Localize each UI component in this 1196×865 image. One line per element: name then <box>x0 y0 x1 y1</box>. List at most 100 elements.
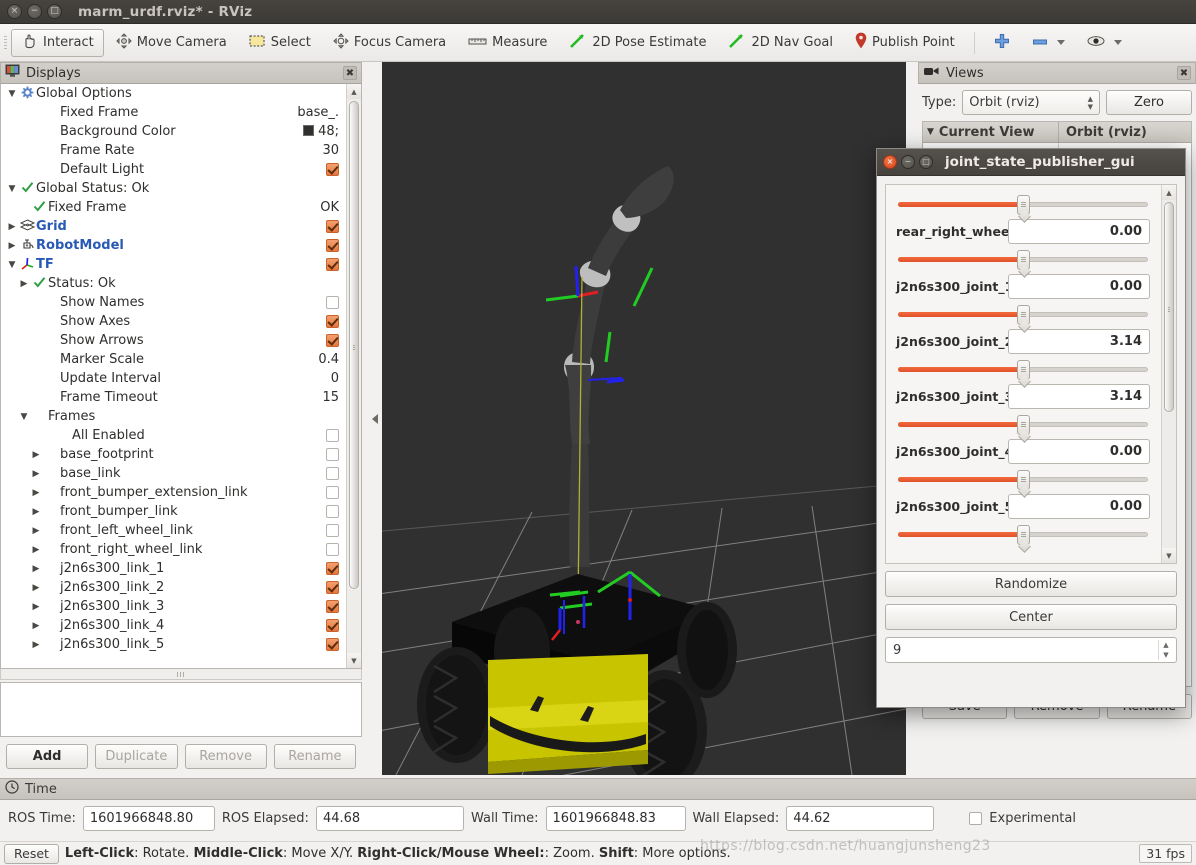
ros-time-field[interactable]: 1601966848.80 <box>82 806 215 831</box>
checkbox-checked[interactable] <box>326 562 339 575</box>
wall-time-field[interactable]: 1601966848.83 <box>545 806 686 831</box>
checkbox-unchecked[interactable] <box>326 486 339 499</box>
checkbox-checked[interactable] <box>326 315 339 328</box>
remove-tool-button[interactable] <box>1022 29 1075 57</box>
chevron-right-icon[interactable]: ▶ <box>29 507 43 517</box>
display-tree-row-value[interactable] <box>326 542 345 557</box>
joint-value-field[interactable]: 0.00 <box>1008 494 1150 519</box>
view-type-select[interactable]: Orbit (rviz) ▲ ▼ <box>962 90 1100 115</box>
remove-display-button[interactable]: Remove <box>184 744 267 769</box>
randomize-button[interactable]: Randomize <box>885 571 1177 597</box>
jsp-vertical-scrollbar[interactable]: ▲ ▼ <box>1161 185 1176 563</box>
displays-horizontal-scrollbar[interactable] <box>0 669 362 680</box>
display-tree-row[interactable]: Background Color 48; <box>1 122 345 141</box>
tool-2d-pose-estimate[interactable]: 2D Pose Estimate <box>559 29 716 57</box>
checkbox-checked[interactable] <box>326 600 339 613</box>
display-tree-row-value[interactable] <box>326 580 345 595</box>
close-icon[interactable]: ✖ <box>1177 66 1191 80</box>
display-tree-row[interactable]: Frame Rate 30 <box>1 141 345 160</box>
joint-slider[interactable] <box>898 195 1148 215</box>
joint-state-publisher-dialog[interactable]: × − □ joint_state_publisher_gui rear_rig… <box>876 148 1186 708</box>
spinner-arrows-icon[interactable]: ▲ ▼ <box>1158 640 1173 660</box>
display-tree-row-value[interactable] <box>326 561 345 576</box>
display-tree-row-value[interactable] <box>326 504 345 519</box>
reset-button[interactable]: Reset <box>4 843 59 864</box>
display-tree-row[interactable]: ▶ front_right_wheel_link <box>1 540 345 559</box>
checkbox-unchecked[interactable] <box>326 467 339 480</box>
checkbox-checked[interactable] <box>326 581 339 594</box>
display-tree-row[interactable]: Frame Timeout 15 <box>1 388 345 407</box>
slider-handle[interactable] <box>1017 415 1030 435</box>
rename-display-button[interactable]: Rename <box>273 744 356 769</box>
experimental-checkbox[interactable] <box>969 812 983 825</box>
add-display-button[interactable]: Add <box>6 744 89 769</box>
add-tool-button[interactable] <box>984 29 1020 57</box>
chevron-right-icon[interactable]: ▶ <box>29 469 43 479</box>
display-tree-row[interactable]: ▼ Frames <box>1 407 345 426</box>
center-button[interactable]: Center <box>885 604 1177 630</box>
checkbox-unchecked[interactable] <box>326 448 339 461</box>
display-tree-row-value[interactable] <box>326 314 345 329</box>
display-tree-row[interactable]: ▶ j2n6s300_link_1 <box>1 559 345 578</box>
display-tree-row[interactable]: ▶ front_left_wheel_link <box>1 521 345 540</box>
display-tree-row[interactable]: Fixed Frame base_. <box>1 103 345 122</box>
chevron-right-icon[interactable]: ▶ <box>29 621 43 631</box>
window-minimize-button[interactable]: − <box>27 4 42 19</box>
tool-select[interactable]: Select <box>239 29 321 57</box>
tool-move-camera[interactable]: Move Camera <box>106 29 237 57</box>
display-tree-row[interactable]: Show Arrows <box>1 331 345 350</box>
chevron-right-icon[interactable]: ▶ <box>29 488 43 498</box>
jsp-spinbox[interactable]: 9 ▲ ▼ <box>885 637 1177 663</box>
checkbox-checked[interactable] <box>326 619 339 632</box>
joint-value-field[interactable]: 0.00 <box>1008 274 1150 299</box>
display-tree-row[interactable]: ▶ base_footprint <box>1 445 345 464</box>
3d-render-viewport[interactable] <box>382 62 906 775</box>
experimental-toggle[interactable]: Experimental <box>969 811 1076 826</box>
chevron-right-icon[interactable]: ▶ <box>29 602 43 612</box>
display-tree-row[interactable]: ▼ Global Options <box>1 84 345 103</box>
display-tree-row-value[interactable] <box>326 599 345 614</box>
joint-slider[interactable] <box>898 415 1148 435</box>
joint-slider[interactable] <box>898 360 1148 380</box>
chevron-down-icon[interactable]: ▼ <box>5 260 19 270</box>
display-tree-row[interactable]: ▶ front_bumper_extension_link <box>1 483 345 502</box>
display-tree-row-value[interactable] <box>326 447 345 462</box>
joint-value-field[interactable]: 0.00 <box>1008 219 1150 244</box>
scroll-down-arrow-icon[interactable]: ▼ <box>1162 548 1176 563</box>
chevron-right-icon[interactable]: ▶ <box>29 564 43 574</box>
chevron-down-icon[interactable] <box>1113 40 1122 45</box>
slider-handle[interactable] <box>1017 360 1030 380</box>
window-maximize-button[interactable]: □ <box>47 4 62 19</box>
display-tree-row-value[interactable] <box>326 485 345 500</box>
tool-focus-camera[interactable]: Focus Camera <box>323 29 456 57</box>
scrollbar-thumb[interactable] <box>349 101 359 589</box>
joint-value-field[interactable]: 3.14 <box>1008 329 1150 354</box>
display-tree-row[interactable]: ▼ TF <box>1 255 345 274</box>
slider-handle[interactable] <box>1017 525 1030 545</box>
chevron-down-icon[interactable]: ▼ <box>5 89 19 99</box>
display-tree-row[interactable]: ▼ Global Status: Ok <box>1 179 345 198</box>
checkbox-checked[interactable] <box>326 163 339 176</box>
display-tree-row[interactable]: ▶ front_bumper_link <box>1 502 345 521</box>
displays-tree[interactable]: ▼ Global Options Fixed Frame base_. Backgrou… <box>0 84 362 669</box>
checkbox-checked[interactable] <box>326 239 339 252</box>
display-tree-row-value[interactable] <box>326 257 345 272</box>
chevron-right-icon[interactable]: ▶ <box>29 640 43 650</box>
checkbox-checked[interactable] <box>326 638 339 651</box>
left-splitter-collapse-handle[interactable] <box>370 62 380 775</box>
display-tree-row[interactable]: ▶ j2n6s300_link_2 <box>1 578 345 597</box>
chevron-down-icon[interactable]: ▼ <box>927 127 934 137</box>
checkbox-unchecked[interactable] <box>326 505 339 518</box>
checkbox-checked[interactable] <box>326 258 339 271</box>
display-tree-row-value[interactable] <box>326 219 345 234</box>
display-tree-row[interactable]: ▶ base_link <box>1 464 345 483</box>
checkbox-unchecked[interactable] <box>326 524 339 537</box>
display-tree-row[interactable]: ▶ j2n6s300_link_5 <box>1 635 345 654</box>
display-tree-row[interactable]: ▶ j2n6s300_link_3 <box>1 597 345 616</box>
window-close-button[interactable]: × <box>7 4 22 19</box>
chevron-right-icon[interactable]: ▶ <box>29 545 43 555</box>
display-tree-row-value[interactable] <box>326 523 345 538</box>
tool-measure[interactable]: Measure <box>458 29 557 57</box>
display-tree-row-value[interactable] <box>326 466 345 481</box>
display-tree-row[interactable]: Default Light <box>1 160 345 179</box>
